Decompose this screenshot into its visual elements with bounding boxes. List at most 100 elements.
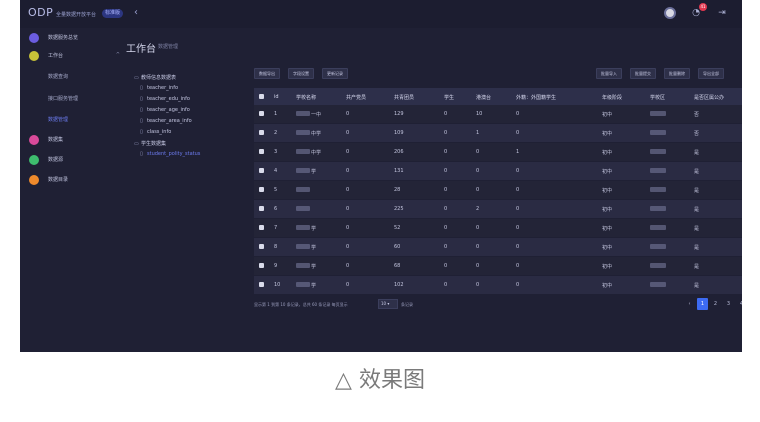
sidebar-item-catalog[interactable]: 数据目录 [20,172,124,188]
column-header[interactable]: id [274,94,279,100]
column-header[interactable]: 港澳台 [476,94,491,101]
school-name-suffix: 学 [311,169,317,175]
update-log-button[interactable]: 更新记录 [322,68,348,79]
tree-folder-label: 教师信息数据表 [141,75,177,81]
row-checkbox[interactable] [259,149,264,154]
bulk-import-button[interactable]: 批量导入 [596,68,622,79]
column-header[interactable]: 外籍：外国籍学生 [516,94,556,101]
table-row[interactable]: 3 中学 0 206 0 0 1 初中 是 [254,143,742,161]
tree-item[interactable]: ▯ class_info [140,129,171,135]
table-cell: 初中 [602,150,613,156]
sidebar-item-label: 数据源 [48,157,64,163]
table-cell: 0 [516,263,520,269]
export-all-button[interactable]: 导出全部 [698,68,724,79]
redacted-text [650,130,666,135]
pagination: ‹ 1 2 3 4 › [684,298,742,310]
table-cell: 0 [444,130,448,136]
prev-page-button[interactable]: ‹ [684,298,695,310]
table-row[interactable]: 1 一中 0 129 0 10 0 初中 否 [254,105,742,123]
table-cell: 0 [476,263,480,269]
sidebar-item-label: 数据目录 [48,177,69,183]
sidebar-subitem-query[interactable]: 数据查询 [48,73,68,80]
column-header[interactable]: 学校名称 [296,94,316,101]
page-2-button[interactable]: 2 [710,298,721,310]
row-checkbox[interactable] [259,130,264,135]
redacted-text [296,187,310,192]
tree-item[interactable]: ▯ teacher_area_info [140,118,192,124]
sidebar-item-label: 数据服务总览 [48,35,79,41]
column-header[interactable]: 年级阶段 [602,94,622,101]
table-row[interactable]: 5 0 28 0 0 0 初中 是 [254,181,742,199]
tree-folder-students[interactable]: ▭ 学生数据集 [134,140,166,147]
table-row[interactable]: 6 0 225 0 2 0 初中 是 [254,200,742,218]
chevron-left-icon[interactable]: ‹ [130,7,142,19]
export-data-button[interactable]: 数据导出 [254,68,280,79]
table-cell: 初中 [602,188,613,194]
table-cell: 一中 [296,111,321,118]
table-row[interactable]: 9 学 0 68 0 0 0 初中 是 [254,257,742,275]
row-checkbox[interactable] [259,263,264,268]
school-name-suffix: 学 [311,245,317,251]
redacted-text [296,282,310,287]
folder-icon: ▭ [134,75,139,81]
table-cell: 0 [516,111,520,117]
row-checkbox[interactable] [259,206,264,211]
tree-item[interactable]: ▯ teacher_edu_info [140,96,190,102]
field-settings-button[interactable]: 字段设置 [288,68,314,79]
table-row[interactable]: 7 学 0 52 0 0 0 初中 是 [254,219,742,237]
page-3-button[interactable]: 3 [723,298,734,310]
table-cell: 是 [694,283,700,289]
sidebar-item-datasets[interactable]: 数据集 [20,132,124,148]
tree-item[interactable]: ▯ teacher_age_info [140,107,190,113]
school-name-suffix: 学 [311,283,317,289]
row-checkbox[interactable] [259,282,264,287]
row-checkbox[interactable] [259,187,264,192]
sidebar-subitem-api[interactable]: 接口服务管理 [48,95,78,102]
page-4-button[interactable]: 4 [736,298,742,310]
bell-icon[interactable]: ◔ 41 [690,3,707,19]
table-cell: 52 [394,225,401,231]
table-row[interactable]: 10 学 0 102 0 0 0 初中 是 [254,276,742,294]
table-cell: 102 [394,282,404,288]
row-checkbox[interactable] [259,168,264,173]
table-row[interactable]: 8 学 0 60 0 0 0 初中 是 [254,238,742,256]
sidebar-item-workbench[interactable]: 工作台 ^ [20,48,124,64]
column-header[interactable]: 学生 [444,94,454,101]
tree-folder-teachers[interactable]: ▭ 教师信息数据表 [134,74,176,81]
sidebar-subitem-manage[interactable]: 数据管理 [48,116,68,123]
column-header[interactable]: 是否区属公办 [694,94,724,101]
table-cell: 0 [476,244,480,250]
table-cell: 初中 [602,283,613,289]
column-header[interactable]: 学校区 [650,94,665,101]
user-menu[interactable] [664,7,676,19]
sidebar-item-sources[interactable]: 数据源 [20,152,124,168]
tree-item-selected[interactable]: ▯ student_polity_status [140,151,200,157]
table-cell: 是 [694,150,700,156]
column-header[interactable]: 共青团员 [394,94,414,101]
table-cell: 4 [274,168,278,174]
table-cell: 0 [444,111,448,117]
row-checkbox[interactable] [259,225,264,230]
school-name-suffix: 中学 [311,131,322,137]
table-cell: 0 [516,282,520,288]
bulk-submit-button[interactable]: 批量提交 [630,68,656,79]
column-header[interactable]: 共产党员 [346,94,366,101]
page-size-select[interactable]: 10 ▾ [378,299,398,309]
sidebar-item-label: 数据集 [48,137,64,143]
sidebar-item-overview[interactable]: 数据服务总览 [20,30,124,46]
redacted-text [296,244,310,249]
bulk-delete-button[interactable]: 批量删除 [664,68,690,79]
redacted-text [650,168,666,173]
table-cell: 0 [516,168,520,174]
row-checkbox[interactable] [259,111,264,116]
overview-icon [29,33,39,43]
table-row[interactable]: 2 中学 0 109 0 1 0 初中 否 [254,124,742,142]
page-1-button[interactable]: 1 [697,298,708,310]
tree-item[interactable]: ▯ teacher_info [140,85,178,91]
select-all-checkbox[interactable] [259,94,264,99]
tree-item-label: teacher_info [147,85,179,91]
logout-icon[interactable]: ⇥ [716,7,728,19]
row-checkbox[interactable] [259,244,264,249]
table-row[interactable]: 4 学 0 131 0 0 0 初中 是 [254,162,742,180]
table-cell: 0 [444,244,448,250]
